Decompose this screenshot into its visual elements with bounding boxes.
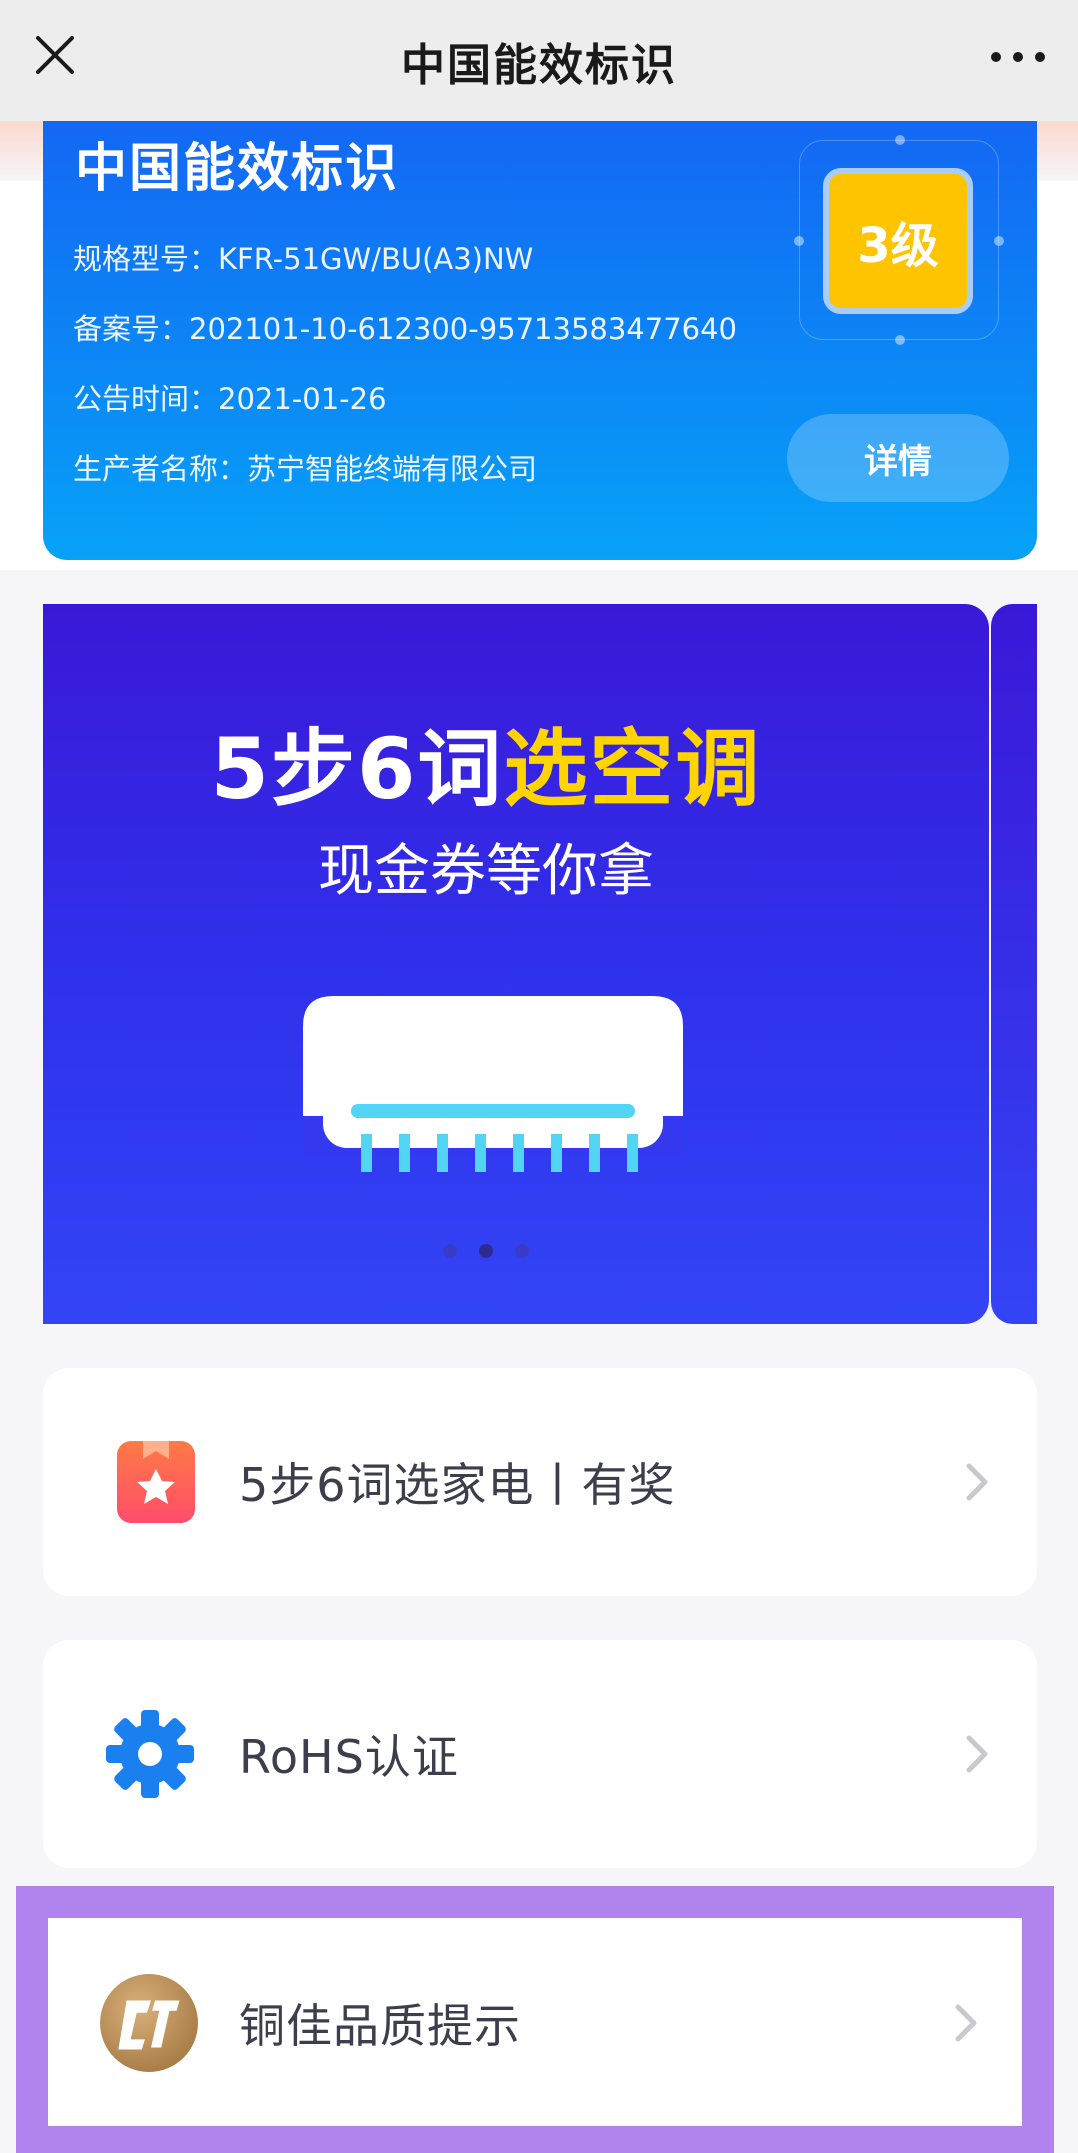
page-title: 中国能效标识 <box>401 39 677 91</box>
chevron-right-icon <box>966 1463 988 1501</box>
energy-label-title: 中国能效标识 <box>75 139 400 199</box>
energy-grade-badge: 3级 <box>823 168 973 314</box>
headline-yellow: 选空调 <box>503 720 762 818</box>
gear-icon <box>106 1710 194 1798</box>
promo-banner[interactable]: 5步6词选空调 现金券等你拿 <box>43 604 989 1324</box>
announce-time: 公告时间：2021-01-26 <box>73 382 387 416</box>
ribbon-star-icon <box>117 1441 195 1523</box>
carousel-dot-active[interactable] <box>479 1244 493 1258</box>
banner-headline: 5步6词选空调 <box>43 702 989 823</box>
menu-item-label: 铜佳品质提示 <box>239 1999 521 2053</box>
record-number: 备案号：202101-10-612300-95713583477640 <box>73 312 738 346</box>
energy-label-card: 中国能效标识 规格型号：KFR-51GW/BU(A3)NW 备案号：202101… <box>43 110 1037 560</box>
carousel-dots <box>43 1244 989 1258</box>
chevron-right-icon <box>955 2004 977 2042</box>
menu-item-label: 5步6词选家电丨有奖 <box>239 1458 676 1512</box>
close-icon[interactable] <box>30 30 80 80</box>
banner-subtitle: 现金券等你拿 <box>318 839 654 904</box>
carousel-dot[interactable] <box>515 1244 529 1258</box>
air-conditioner-icon <box>303 996 683 1172</box>
chevron-right-icon <box>966 1735 988 1773</box>
next-banner-peek[interactable] <box>991 604 1037 1324</box>
manufacturer-name: 生产者名称：苏宁智能终端有限公司 <box>73 452 538 486</box>
menu-item-appliance-quiz[interactable]: 5步6词选家电丨有奖 <box>43 1368 1037 1596</box>
top-navbar: 中国能效标识 <box>0 0 1078 121</box>
more-dots-icon[interactable] <box>986 32 1050 82</box>
model-spec: 规格型号：KFR-51GW/BU(A3)NW <box>73 242 534 276</box>
menu-item-rohs[interactable]: RoHS认证 <box>43 1640 1037 1868</box>
carousel-dot[interactable] <box>443 1244 457 1258</box>
headline-white: 5步6词 <box>210 720 504 818</box>
detail-button[interactable]: 详情 <box>787 414 1009 502</box>
ctl-logo-icon <box>100 1974 198 2072</box>
menu-item-label: RoHS认证 <box>239 1730 459 1784</box>
menu-item-copper-quality[interactable]: 铜佳品质提示 <box>48 1918 1022 2126</box>
